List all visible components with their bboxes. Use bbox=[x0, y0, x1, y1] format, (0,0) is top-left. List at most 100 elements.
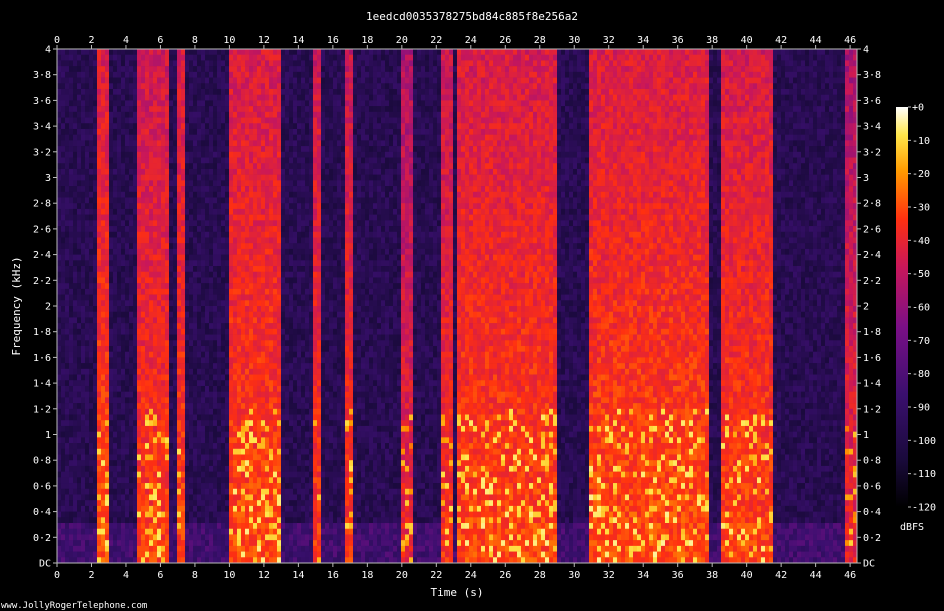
heatmap-cell bbox=[197, 168, 202, 175]
heatmap-cell bbox=[125, 340, 130, 347]
heatmap-cell bbox=[133, 260, 138, 267]
heatmap-cell bbox=[185, 545, 190, 552]
heatmap-cell bbox=[265, 186, 270, 193]
heatmap-cell bbox=[265, 545, 270, 552]
heatmap-cell bbox=[101, 248, 106, 255]
heatmap-cell bbox=[129, 220, 134, 227]
heatmap-cell bbox=[217, 408, 222, 415]
heatmap-cell bbox=[229, 528, 234, 535]
heatmap-cell bbox=[69, 243, 74, 250]
heatmap-cell bbox=[141, 300, 146, 307]
heatmap-cell bbox=[189, 311, 194, 318]
heatmap-cell bbox=[61, 94, 66, 101]
heatmap-cell bbox=[269, 117, 274, 124]
heatmap-cell bbox=[165, 517, 170, 524]
heatmap-cell bbox=[237, 128, 242, 135]
heatmap-cell bbox=[229, 517, 234, 524]
heatmap-cell bbox=[217, 477, 222, 484]
heatmap-cell bbox=[73, 391, 78, 398]
heatmap-cell bbox=[81, 260, 86, 267]
heatmap-cell bbox=[101, 208, 106, 215]
heatmap-cell bbox=[85, 123, 90, 130]
heatmap-cell bbox=[105, 357, 110, 364]
heatmap-cell bbox=[253, 49, 258, 56]
heatmap-cell bbox=[209, 203, 214, 210]
heatmap-cell bbox=[101, 351, 106, 358]
heatmap-cell bbox=[217, 540, 222, 547]
heatmap-cell bbox=[157, 425, 162, 432]
heatmap-cell bbox=[201, 448, 206, 455]
heatmap-cell bbox=[277, 146, 282, 153]
heatmap-cell bbox=[261, 500, 266, 507]
heatmap-cell bbox=[157, 448, 162, 455]
heatmap-cell bbox=[129, 511, 134, 518]
heatmap-cell bbox=[69, 294, 74, 301]
heatmap-cell bbox=[197, 500, 202, 507]
heatmap-cell bbox=[249, 71, 254, 78]
heatmap-cell bbox=[213, 414, 218, 421]
heatmap-cell bbox=[141, 545, 146, 552]
heatmap-cell bbox=[269, 460, 274, 467]
heatmap-cell bbox=[169, 460, 174, 467]
heatmap-cell bbox=[125, 174, 130, 181]
heatmap-cell bbox=[181, 500, 186, 507]
heatmap-cell bbox=[145, 100, 150, 107]
heatmap-cell bbox=[237, 49, 242, 56]
heatmap-cell bbox=[129, 168, 134, 175]
heatmap-cell bbox=[181, 403, 186, 410]
heatmap-cell bbox=[181, 317, 186, 324]
heatmap-cell bbox=[241, 403, 246, 410]
heatmap-cell bbox=[169, 500, 174, 507]
heatmap-cell bbox=[81, 357, 86, 364]
heatmap-cell bbox=[249, 517, 254, 524]
heatmap-cell bbox=[129, 123, 134, 130]
heatmap-cell bbox=[73, 71, 78, 78]
heatmap-cell bbox=[193, 49, 198, 56]
heatmap-cell bbox=[101, 454, 106, 461]
heatmap-cell bbox=[205, 277, 210, 284]
heatmap-cell bbox=[105, 214, 110, 221]
heatmap-cell bbox=[253, 111, 258, 118]
heatmap-cell bbox=[93, 483, 98, 490]
heatmap-cell bbox=[245, 266, 250, 273]
heatmap-cell bbox=[173, 117, 178, 124]
heatmap-cell bbox=[209, 226, 214, 233]
heatmap-cell bbox=[181, 191, 186, 198]
heatmap-cell bbox=[229, 471, 234, 478]
heatmap-cell bbox=[213, 283, 218, 290]
heatmap-cell bbox=[105, 151, 110, 158]
heatmap-cell bbox=[77, 174, 82, 181]
heatmap-cell bbox=[117, 357, 122, 364]
heatmap-cell bbox=[257, 534, 262, 541]
heatmap-cell bbox=[141, 54, 146, 61]
heatmap-cell bbox=[125, 157, 130, 164]
heatmap-cell bbox=[193, 186, 198, 193]
heatmap-cell bbox=[165, 385, 170, 392]
heatmap-cell bbox=[105, 277, 110, 284]
heatmap-cell bbox=[273, 397, 278, 404]
heatmap-cell bbox=[153, 408, 158, 415]
heatmap-cell bbox=[157, 334, 162, 341]
heatmap-cell bbox=[77, 140, 82, 147]
heatmap-cell bbox=[209, 545, 214, 552]
heatmap-cell bbox=[97, 260, 102, 267]
heatmap-cell bbox=[93, 231, 98, 238]
heatmap-cell bbox=[161, 180, 166, 187]
heatmap-cell bbox=[273, 460, 278, 467]
heatmap-cell bbox=[241, 557, 246, 564]
heatmap-cell bbox=[77, 146, 82, 153]
heatmap-cell bbox=[101, 237, 106, 244]
heatmap-cell bbox=[169, 191, 174, 198]
heatmap-cell bbox=[145, 540, 150, 547]
heatmap-cell bbox=[257, 311, 262, 318]
heatmap-cell bbox=[197, 437, 202, 444]
heatmap-cell bbox=[205, 66, 210, 73]
heatmap-cell bbox=[225, 163, 230, 170]
heatmap-cell bbox=[273, 345, 278, 352]
heatmap-cell bbox=[145, 71, 150, 78]
heatmap-cell bbox=[89, 300, 94, 307]
heatmap-cell bbox=[109, 323, 114, 330]
heatmap-cell bbox=[57, 66, 62, 73]
heatmap-cell bbox=[197, 380, 202, 387]
heatmap-cell bbox=[105, 425, 110, 432]
